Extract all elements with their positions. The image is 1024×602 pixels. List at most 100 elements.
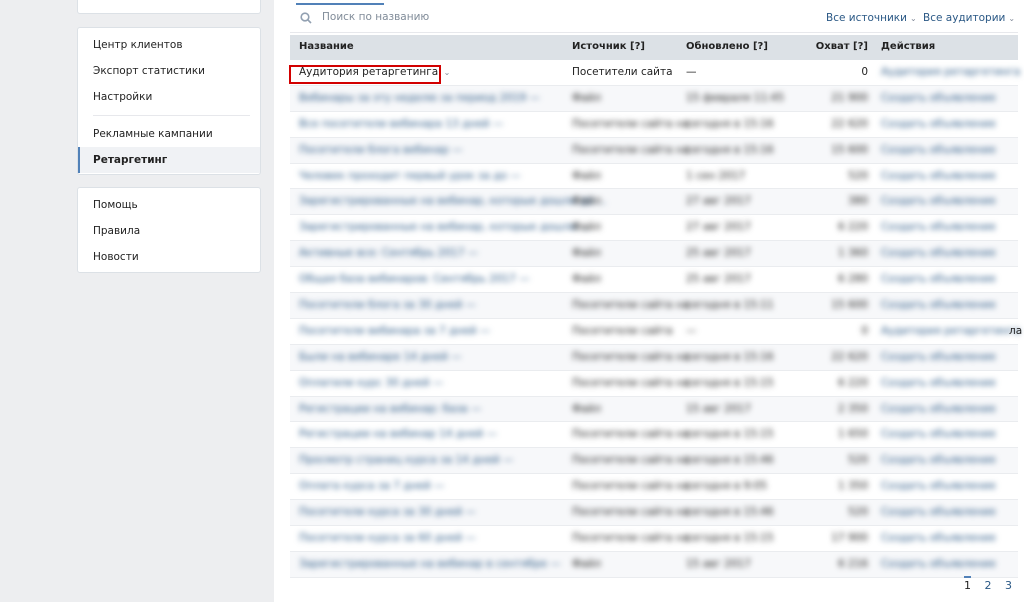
audience-name[interactable]: Вебинары за эту неделю за период 2019 — (299, 92, 540, 104)
sidebar-divider (93, 115, 250, 116)
audience-name[interactable]: Посетители вебинара за 7 дней — (299, 325, 490, 337)
audience-source: Посетители сайта на (572, 376, 690, 389)
audience-name[interactable]: Общая база вебинаров: Сентябрь 2017 — (299, 273, 530, 285)
audience-action[interactable]: Создать объявление (881, 299, 996, 311)
audience-source: Посетители сайта на (572, 506, 690, 519)
audience-name[interactable]: Посетители курса за 30 дней — (299, 506, 476, 518)
audience-name[interactable]: Зарегистрированные на вебинар, которые д… (299, 221, 590, 233)
table-header: Название Источник [?] Обновлено [?] Охва… (290, 35, 1018, 60)
table-row: Посетители вебинара за 7 дней — Посетител… (290, 319, 1020, 345)
audience-action[interactable]: Создать объявление (881, 247, 996, 259)
audience-action[interactable]: Создать объявление (881, 506, 996, 518)
sidebar-item-retargeting[interactable]: Ретаргетинг (78, 147, 260, 173)
sidebar-item-news[interactable]: Новости (78, 244, 260, 270)
audience-action[interactable]: Создать объявление (881, 377, 996, 389)
table-row: Посетители курса за 30 дней — Посетители … (290, 500, 1018, 527)
table-body: Аудитория ретаргетинга ⌄ Посетители сайт… (290, 60, 1020, 578)
audience-action[interactable]: Создать объявление (881, 92, 996, 104)
audience-action[interactable]: Создать объявление (881, 532, 996, 544)
table-row: Активные все: Сентябрь 2017 — Файл 25 авг … (290, 241, 1018, 268)
audience-source: Файл (572, 247, 602, 260)
table-row: Были на вебинаре 14 дней — Посетители сай… (290, 344, 1018, 371)
audience-updated: сегодня в 15:15 (686, 428, 774, 441)
audience-name[interactable]: Все посетители вебинара 13 дней — (299, 118, 503, 130)
audience-updated: 15 февраля 11:45 (686, 91, 785, 104)
search-input[interactable]: Поиск по названию (322, 11, 429, 23)
audience-reach: 520 (847, 454, 868, 467)
sidebar-item-rules[interactable]: Правила (78, 218, 260, 244)
audience-updated: сегодня в 15:46 (686, 454, 774, 467)
audience-source: Посетители сайта на (572, 428, 690, 441)
audience-source: Посетители сайта на (572, 532, 690, 545)
audience-reach: 6 280 (837, 273, 868, 286)
audience-table: Название Источник [?] Обновлено [?] Охва… (290, 35, 1020, 578)
audience-action[interactable]: Создать объявление (881, 221, 996, 233)
audience-name[interactable]: Регистрации на вебинар 14 дней — (299, 428, 497, 440)
table-row: Посетители курса за 60 дней — Посетители … (290, 526, 1018, 552)
audience-action[interactable]: Создать объявление (881, 558, 996, 570)
column-header-name: Название (299, 41, 354, 52)
filter-sources-dropdown[interactable]: Все источники ⌄ (826, 12, 917, 24)
sidebar-item-clients[interactable]: Центр клиентов (78, 32, 260, 58)
table-row: Посетители блога вебинар — Посетители сай… (290, 137, 1018, 164)
audience-reach: 22 620 (831, 350, 868, 363)
audience-name[interactable]: Зарегистрированные на вебинар в сентябре… (299, 558, 561, 570)
audience-action[interactable]: Создать объявление (881, 480, 996, 492)
audience-name[interactable]: Оплата курса за 7 дней — (299, 480, 445, 492)
table-row: Человек проходит первый урок за до — Файл… (290, 164, 1018, 190)
audience-action[interactable]: Создать объявление (881, 454, 996, 466)
audience-action[interactable]: Создать объявление (881, 273, 996, 285)
audience-reach: 1 350 (837, 480, 868, 493)
audience-name[interactable]: Были на вебинаре 14 дней — (299, 351, 462, 363)
audience-name[interactable]: Зарегистрированные на вебинар, которые д… (299, 195, 607, 207)
table-row: Регистрации на вебинар 14 дней — Посетите… (290, 422, 1018, 449)
column-header-reach[interactable]: Охват [?] (816, 41, 868, 52)
search-icon (300, 12, 312, 24)
filter-audiences-dropdown[interactable]: Все аудитории ⌄ (923, 12, 1015, 24)
audience-action[interactable]: Аудитория ретаргетинга (881, 325, 1020, 337)
audience-source: Файл (572, 91, 602, 104)
audience-updated: 1 сен 2017 (686, 169, 746, 182)
audience-updated: сегодня в 15:16 (686, 143, 774, 156)
audience-action[interactable]: Создать объявление (881, 144, 996, 156)
column-header-source[interactable]: Источник [?] (572, 41, 645, 52)
page-3[interactable]: 3 (1005, 579, 1012, 592)
table-row: Посетители блога за 30 дней — Посетители … (290, 293, 1018, 319)
audience-updated: — (686, 324, 697, 337)
audience-name[interactable]: Посетители блога вебинар — (299, 144, 463, 156)
audience-updated: 27 авг 2017 (686, 221, 751, 234)
sidebar-item-help[interactable]: Помощь (78, 192, 260, 218)
audience-source: Посетители сайта на (572, 299, 690, 312)
sidebar-item-settings[interactable]: Настройки (78, 84, 260, 110)
audience-action[interactable]: Создать объявление (881, 351, 996, 363)
table-row: Все посетители вебинара 13 дней — Посетит… (290, 112, 1018, 138)
audience-updated: сегодня в 15:46 (686, 506, 774, 519)
audience-reach: 0 (861, 324, 868, 337)
page-1[interactable]: 1 (964, 576, 971, 592)
table-row: Общая база вебинаров: Сентябрь 2017 — Фай… (290, 267, 1018, 294)
audience-name[interactable]: Посетители курса за 60 дней — (299, 532, 476, 544)
sidebar-item-campaigns[interactable]: Рекламные кампании (78, 121, 260, 147)
audience-source: Посетители сайта (572, 66, 673, 78)
table-row: Зарегистрированные на вебинар в сентябре… (290, 551, 1018, 578)
audience-updated: сегодня в 15:16 (686, 117, 774, 130)
audience-action[interactable]: Создать объявление (881, 118, 996, 130)
audience-updated: 27 авг 2017 (686, 195, 751, 208)
highlight-box (289, 65, 441, 84)
audience-name[interactable]: Активные все: Сентябрь 2017 — (299, 247, 478, 259)
chevron-down-icon: ⌄ (1008, 14, 1016, 23)
page-2[interactable]: 2 (985, 579, 992, 592)
audience-action[interactable]: Создать объявление (881, 195, 996, 207)
audience-reach: 21 900 (831, 91, 868, 104)
audience-name[interactable]: Оплатили курс 30 дней — (299, 377, 443, 389)
audience-name[interactable]: Человек проходит первый урок за до — (299, 170, 521, 182)
audience-name[interactable]: Посетители блога за 30 дней — (299, 299, 476, 311)
audience-action[interactable]: Создать объявление (881, 428, 996, 440)
audience-name[interactable]: Просмотр страниц курса за 14 дней — (299, 454, 513, 466)
sidebar-item-export[interactable]: Экспорт статистики (78, 58, 260, 84)
column-header-updated[interactable]: Обновлено [?] (686, 41, 768, 52)
audience-name[interactable]: Регистрации на вебинар: база — (299, 403, 481, 415)
audience-action[interactable]: Создать объявление (881, 403, 996, 415)
audience-updated: 15 авг 2017 (686, 557, 751, 570)
audience-action[interactable]: Создать объявление (881, 170, 996, 182)
